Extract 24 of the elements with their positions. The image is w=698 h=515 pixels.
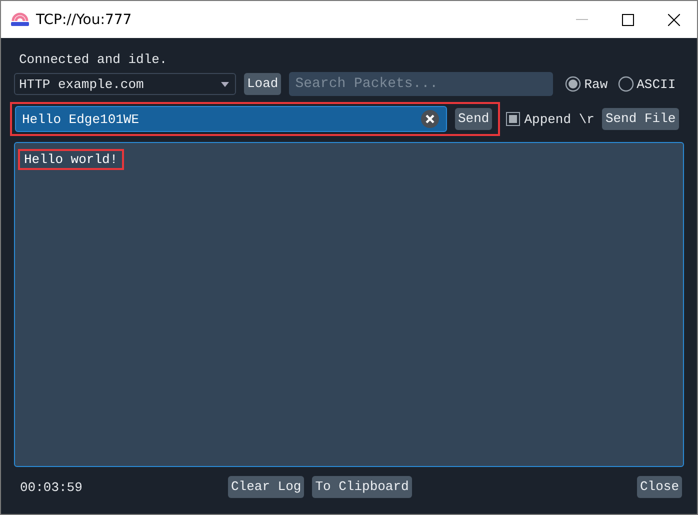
close-icon[interactable] — [668, 14, 680, 26]
radio-label: ASCII — [636, 76, 676, 92]
search-field[interactable]: Search Packets... — [289, 72, 554, 96]
window-title: TCP://You:777 — [36, 12, 133, 28]
checkbox[interactable] — [506, 112, 520, 126]
send-file-button[interactable]: Send File — [602, 108, 679, 130]
message-field[interactable]: Hello Edge101WE — [15, 106, 447, 132]
load-button[interactable]: Load — [244, 73, 282, 95]
send-button[interactable]: Send — [455, 108, 492, 130]
app-icon — [10, 12, 30, 28]
radio-button[interactable] — [618, 76, 634, 92]
log-entry: Hello world! — [18, 149, 124, 170]
preset-dropdown[interactable]: HTTP example.com — [14, 73, 236, 95]
close-button[interactable]: Close — [636, 476, 682, 498]
radio-label: Raw — [584, 76, 608, 92]
maximize-icon[interactable] — [622, 14, 634, 26]
status-text: Connected and idle. — [19, 52, 168, 68]
footer-button[interactable]: Clear Log — [228, 476, 304, 498]
clear-icon[interactable] — [421, 110, 439, 128]
radio-button[interactable] — [565, 76, 582, 92]
elapsed-time: 00:03:59 — [20, 480, 84, 494]
footer-button[interactable]: To Clipboard — [312, 476, 412, 498]
caret-icon — [221, 82, 229, 86]
checkbox-label: Append \r — [524, 112, 594, 126]
